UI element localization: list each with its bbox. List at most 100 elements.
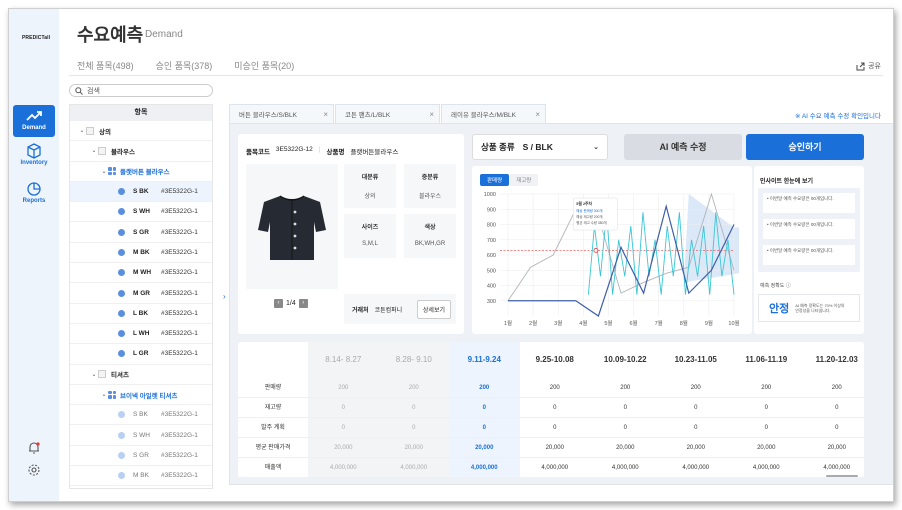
chevron-down-icon[interactable]: ⌄ (90, 147, 98, 154)
chevron-down-icon[interactable]: ⌄ (78, 127, 86, 134)
table-cell[interactable]: 0 (449, 418, 520, 438)
toggle-sales[interactable]: 판매량 (480, 174, 510, 186)
table-cell: 200 (731, 378, 802, 398)
status-dot (118, 330, 125, 338)
close-icon[interactable]: × (429, 110, 434, 119)
period-column[interactable]: 8.28- 9.10 200 0 0 20,000 4,000,000 (378, 342, 449, 478)
detail-button[interactable]: 상세보기 (416, 299, 451, 319)
table-cell[interactable]: 0 (731, 418, 802, 438)
period-column[interactable]: 8.14- 8.27 200 0 0 20,000 4,000,000 (308, 342, 379, 478)
toggle-stock[interactable]: 재고량 (509, 174, 539, 186)
scrollbar[interactable] (826, 475, 858, 477)
product-tab-label: 코튼 팬츠/L/BLK (345, 112, 391, 119)
tree-sku-row[interactable]: L WH #3E5322G-1 (70, 324, 212, 345)
table-cell: 20,000 (590, 438, 661, 458)
search-input[interactable]: 검색 (69, 84, 213, 97)
y-tick-label: 1000 (484, 192, 496, 198)
tab-approved[interactable]: 승인 품목(378) (156, 59, 213, 72)
product-name-label: 상품명 (326, 149, 345, 156)
product-type-select[interactable]: 상품 종류 S / BLK ⌄ (472, 134, 608, 160)
period-column[interactable]: 11.06-11.19 200 0 0 20,000 4,000,000 (731, 342, 802, 478)
gear-icon[interactable] (27, 463, 41, 477)
table-cell: 0 (378, 398, 449, 418)
nav-item-demand[interactable]: Demand (13, 105, 55, 137)
x-tick-label: 9월 (705, 319, 713, 327)
table-cell: 0 (308, 398, 379, 418)
type-select-label: 상품 종류 (481, 142, 515, 152)
table-cell: 20,000 (801, 438, 864, 458)
sku-label: S BK (133, 411, 148, 419)
tree-sku-row[interactable]: M WH #3E5322G-1 (70, 263, 212, 284)
main-area: 수요예측 Demand 전체 품목(498) 승인 품목(378) 미승인 품목… (59, 9, 893, 501)
tree-label: 티셔츠 (111, 372, 129, 380)
nav-item-reports[interactable]: Reports (9, 181, 59, 211)
table-cell: 20,000 (308, 438, 379, 458)
tab-bar: 전체 품목(498) 승인 품목(378) 미승인 품목(20) (77, 59, 294, 72)
tree-sku-row[interactable]: S WH #3E5322G-1 (70, 425, 212, 446)
tree-sku-row[interactable]: L BK #3E5322G-1 (70, 304, 212, 324)
checkbox[interactable] (98, 370, 106, 379)
tab-all[interactable]: 전체 품목(498) (77, 59, 134, 72)
share-button[interactable]: 공유 (856, 61, 881, 71)
tree-sku-row[interactable]: S BK #3E5322G-1 (70, 181, 212, 203)
period-column[interactable]: 11.20-12.03 200 0 0 20,000 4,000,000 (801, 342, 864, 478)
table-cell[interactable]: 0 (660, 418, 731, 438)
tree-sku-row[interactable]: S BK #3E5322G-1 (70, 405, 212, 426)
period-column[interactable]: 10.09-10.22 200 0 0 20,000 4,000,000 (590, 342, 661, 478)
tree-sku-row[interactable]: M BK #3E5322G-1 (70, 466, 212, 487)
tree-category-row[interactable]: ⌄ 상의 (70, 121, 212, 142)
close-icon[interactable]: × (323, 110, 328, 119)
period-column[interactable]: 9.11-9.24 200 0 0 20,000 4,000,000 (449, 342, 520, 478)
tree-sku-row[interactable]: S WH #3E5322G-1 (70, 202, 212, 223)
tree-sku-row[interactable]: M BK #3E5322G-1 (70, 243, 212, 264)
close-icon[interactable]: × (535, 110, 540, 119)
hint-text: ※ AI 수요 예측 수정 확인입니다 (794, 113, 881, 120)
attr-value: BK,WH,GR (414, 241, 446, 247)
insight-list: • 이번달 예측 수요량은 00개입니다. • 이번달 예측 수요량은 00개입… (758, 188, 860, 272)
tree-sku-row[interactable]: L GR #3E5322G-1 (70, 344, 212, 365)
image-pager: ‹ 1/4 › (274, 299, 308, 308)
nav-label: Demand (22, 125, 46, 131)
tab-unapproved[interactable]: 미승인 품목(20) (234, 59, 294, 72)
chevron-down-icon[interactable]: ⌄ (90, 371, 98, 378)
bell-icon[interactable] (27, 441, 41, 455)
table-cell[interactable]: 0 (590, 418, 661, 438)
tree-sku-row[interactable]: S GR #3E5322G-1 (70, 446, 212, 467)
accuracy-box: 안정 AI 예측 정확도는 70% 이상의 안정성을 나타냅니다. (758, 294, 860, 322)
checkbox[interactable] (98, 146, 106, 155)
table-cell[interactable]: 0 (308, 418, 379, 438)
tree-category-row[interactable]: ⌄ 브이넥 아일렛 티셔츠 (70, 385, 212, 406)
tree-sku-row[interactable]: S GR #3E5322G-1 (70, 222, 212, 243)
chevron-down-icon[interactable]: ⌄ (100, 391, 108, 398)
tree-sku-row[interactable]: M GR #3E5322G-1 (70, 283, 212, 304)
sku-label: S BK (133, 188, 149, 196)
status-dot (118, 228, 125, 236)
chart-toggle: 판매량 재고량 (480, 174, 539, 186)
tree-category-row[interactable]: ⌄ 블라우스 (70, 141, 212, 162)
period-column[interactable]: 9.25-10.08 200 0 0 20,000 4,000,000 (519, 342, 590, 478)
period-header: 10.23-11.05 (674, 355, 717, 364)
checkbox[interactable] (86, 126, 94, 135)
period-column[interactable]: 10.23-11.05 200 0 0 20,000 4,000,000 (660, 342, 731, 478)
chevron-right-icon[interactable]: › (298, 299, 308, 308)
y-tick-label: 800 (487, 223, 496, 229)
product-tab[interactable]: 코튼 팬츠/L/BLK × (335, 104, 440, 123)
chevron-right-icon[interactable]: › (223, 292, 226, 301)
tree-category-row[interactable]: ⌄ 플랫버튼 블라우스 (70, 162, 212, 182)
nav-item-inventory[interactable]: Inventory (9, 143, 59, 173)
product-code-label: 품목코드 (246, 149, 270, 156)
tree-category-row[interactable]: ⌄ 티셔츠 (70, 365, 212, 385)
period-header: 9.11-9.24 (467, 355, 501, 364)
chevron-down-icon[interactable]: ⌄ (100, 168, 108, 175)
product-tab[interactable]: 레이유 블라우스/M/BLK × (441, 104, 546, 123)
product-tab[interactable]: 버튼 블라우스/S/BLK × (229, 104, 334, 123)
chevron-left-icon[interactable]: ‹ (274, 299, 283, 308)
x-tick-label: 6월 (629, 319, 637, 327)
table-cell[interactable]: 0 (519, 418, 590, 438)
attr-key: 사이즈 (361, 225, 379, 231)
approve-button[interactable]: 승인하기 (746, 134, 864, 160)
table-cell[interactable]: 0 (378, 418, 449, 438)
sku-label: M WH (133, 269, 152, 277)
ai-edit-button[interactable]: AI 예측 수정 (624, 134, 742, 160)
table-cell[interactable]: 0 (801, 418, 864, 438)
